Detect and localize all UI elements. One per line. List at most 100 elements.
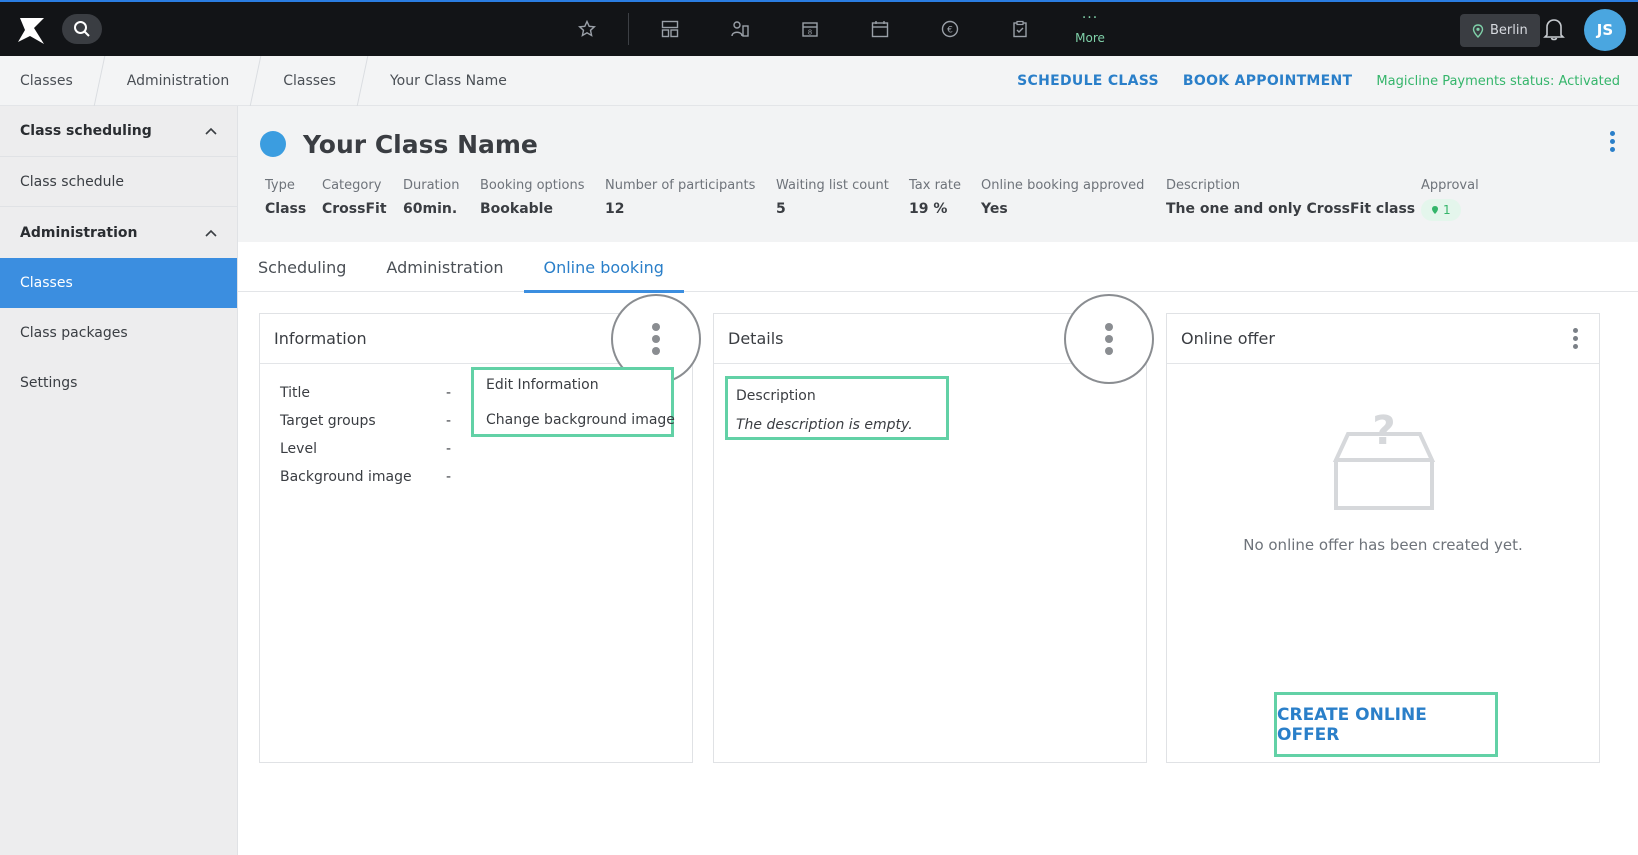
location-pin-icon [1472,23,1484,38]
nav-customers[interactable] [705,2,775,56]
top-bar: 8 € ··· More Berlin JS [0,0,1638,56]
kebab-dot [1572,328,1578,333]
nav-divider [628,13,629,45]
location-pin-icon [1432,206,1438,214]
kebab-dot [652,335,660,343]
svg-text:8: 8 [808,29,812,37]
euro-icon: € [941,20,959,38]
meta-value: Yes [981,201,1008,217]
meta-label: Duration [403,178,460,193]
main-nav: 8 € ··· More [552,2,1125,56]
meta-value: 12 [605,201,625,217]
breadcrumb-item-classes-list[interactable]: Classes [263,56,356,106]
schedule-class-button[interactable]: SCHEDULE CLASS [1017,73,1159,89]
notifications-button[interactable] [1543,17,1565,45]
meta-participants: Number of participants 12 [605,178,755,217]
meta-value: CrossFit [322,201,387,217]
meta-waiting-list: Waiting list count 5 [776,178,889,217]
location-label: Berlin [1490,23,1528,38]
sidebar-item-settings[interactable]: Settings [0,358,237,408]
chevron-up-icon [205,127,217,135]
app-logo[interactable] [14,12,50,48]
nav-store[interactable]: 8 [775,2,845,56]
breadcrumb-separator [356,56,370,106]
menu-item-change-background-image[interactable]: Change background image [486,412,675,428]
info-value-background-image: - [446,469,452,485]
meta-booking-options: Booking options Bookable [480,178,584,217]
description-empty-text: The description is empty. [736,417,913,433]
description-label: Description [736,388,816,404]
page-title: Your Class Name [303,130,538,159]
nav-more-label: More [1075,31,1105,45]
empty-box-icon: ? [1322,408,1446,510]
store-icon: 8 [802,22,818,37]
meta-duration: Duration 60min. [403,178,459,217]
meta-label: Category [322,178,382,193]
sidebar-group-class-scheduling[interactable]: Class scheduling [0,106,237,157]
sidebar: Class scheduling Class schedule Administ… [0,106,238,855]
breadcrumb-separator [93,56,107,106]
search-button[interactable] [62,14,102,44]
nav-finance[interactable]: € [915,2,985,56]
meta-label: Waiting list count [776,178,889,193]
nav-calendar[interactable] [845,2,915,56]
kebab-dot [1572,336,1578,341]
class-color-dot [260,131,286,157]
kebab-dot [1609,146,1615,152]
breadcrumb-item-classes[interactable]: Classes [0,56,93,106]
online-offer-more-options-button[interactable] [1565,327,1585,351]
card-title: Information [274,329,367,348]
nav-dashboard[interactable] [635,2,705,56]
location-selector[interactable]: Berlin [1460,14,1540,47]
approval-badge[interactable]: 1 [1421,199,1461,221]
kebab-dot [1105,347,1113,355]
clipboard-icon [1013,20,1027,38]
class-header: Your Class Name Type Class Category Cros… [238,106,1638,242]
description-field: Description The description is empty. [725,376,949,440]
breadcrumb-item-administration[interactable]: Administration [107,56,249,106]
bell-icon [1543,19,1565,41]
menu-item-edit-information[interactable]: Edit Information [486,377,599,393]
meta-value: 60min. [403,201,458,217]
sidebar-item-class-packages[interactable]: Class packages [0,308,237,358]
svg-text:€: € [947,26,953,36]
kebab-dot [1105,335,1113,343]
meta-description: Description The one and only CrossFit cl… [1166,178,1415,217]
meta-value: Class [265,201,307,217]
sidebar-group-label: Administration [20,224,138,241]
customers-icon [731,21,749,37]
sidebar-item-classes[interactable]: Classes [0,258,237,308]
user-avatar[interactable]: JS [1584,9,1626,51]
create-online-offer-button[interactable]: CREATE ONLINE OFFER [1274,692,1498,757]
online-offer-empty-text: No online offer has been created yet. [1243,536,1523,554]
tab-bar: Scheduling Administration Online booking [238,242,1638,293]
sidebar-item-class-schedule[interactable]: Class schedule [0,157,237,207]
star-icon [578,20,596,37]
card-header: Online offer [1167,314,1599,364]
tab-scheduling[interactable]: Scheduling [238,242,366,292]
meta-value: 19 % [909,201,948,217]
meta-label: Tax rate [909,178,961,193]
meta-category: Category CrossFit [322,178,387,217]
meta-label: Booking options [480,178,585,193]
book-appointment-button[interactable]: BOOK APPOINTMENT [1183,73,1353,89]
card-title: Online offer [1181,329,1275,348]
breadcrumb-item-current: Your Class Name [389,73,507,89]
search-icon [74,21,90,37]
breadcrumb-bar: Classes Administration Classes Your Clas… [0,56,1638,106]
tab-administration[interactable]: Administration [366,242,523,292]
details-more-options-button[interactable] [1064,294,1154,384]
info-value-level: - [446,441,452,457]
nav-favorites[interactable] [552,2,622,56]
kebab-dot [1609,130,1615,136]
tab-online-booking[interactable]: Online booking [523,242,685,293]
breadcrumb: Classes Administration Classes Your Clas… [0,56,527,106]
info-value-target-groups: - [446,413,452,429]
meta-label: Number of participants [605,178,756,193]
sidebar-group-administration[interactable]: Administration [0,207,237,258]
meta-type: Type Class [265,178,306,217]
class-more-options-button[interactable] [1602,126,1622,156]
nav-tasks[interactable] [985,2,1055,56]
nav-more[interactable]: ··· More [1055,2,1125,56]
meta-label: Type [265,178,295,193]
